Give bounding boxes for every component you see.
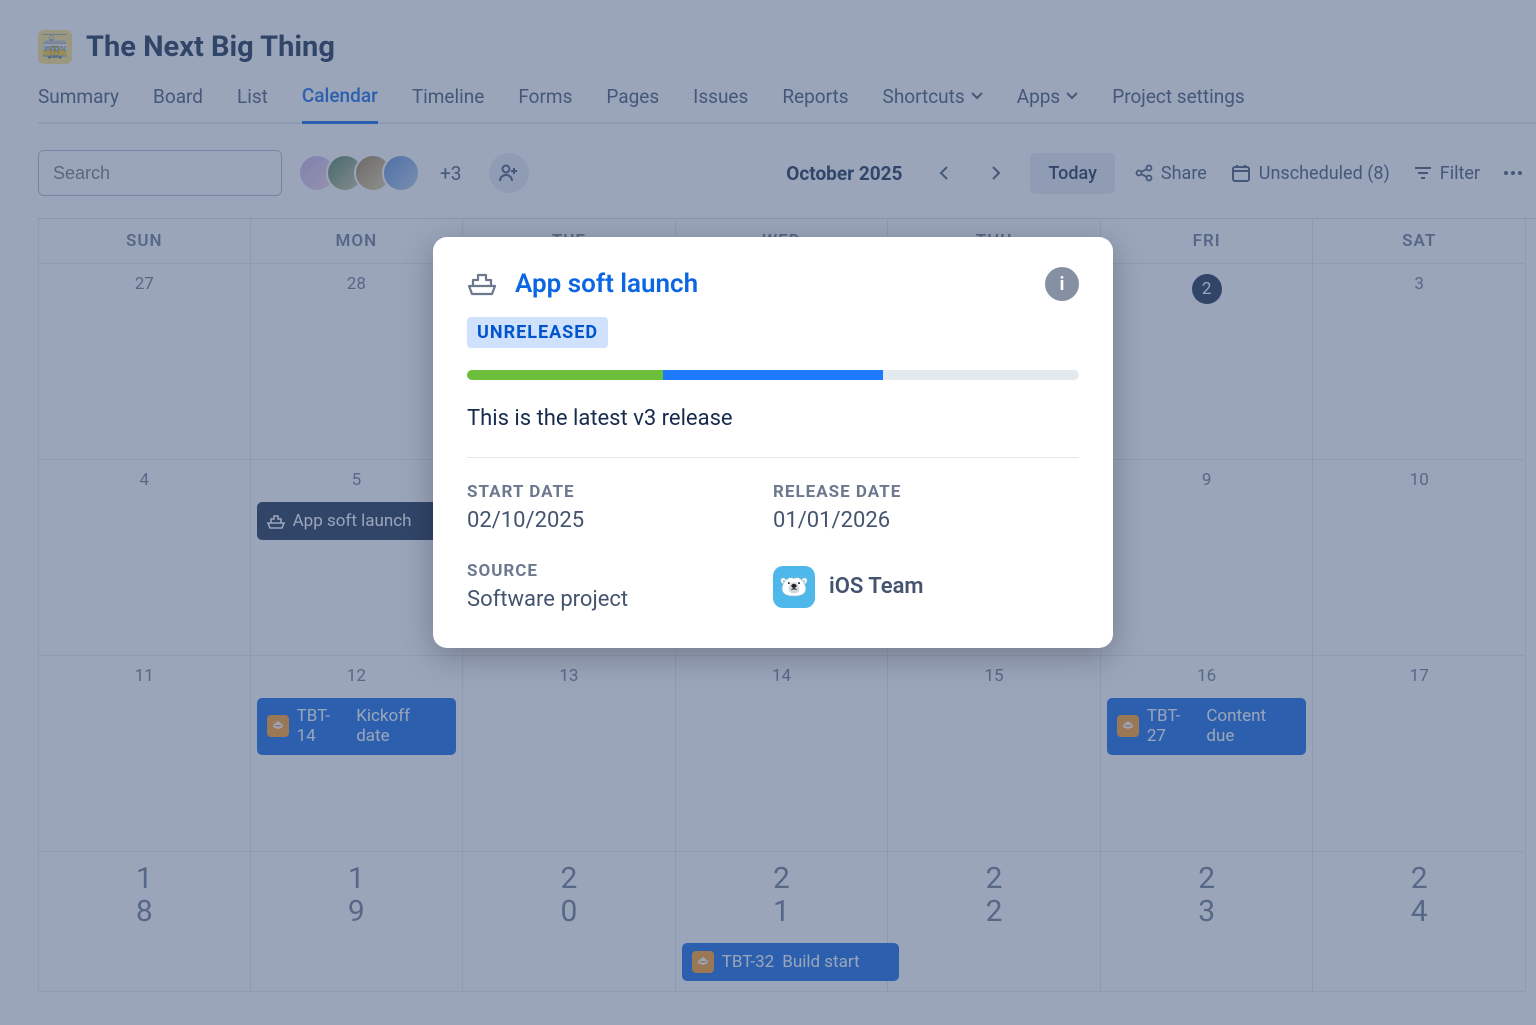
progress-done	[467, 370, 663, 380]
start-date-label: START DATE	[467, 482, 773, 502]
modal-title[interactable]: App soft launch	[515, 269, 1027, 299]
team-icon: 🐻‍❄️	[773, 566, 815, 608]
ship-icon	[467, 271, 497, 297]
source-value: Software project	[467, 587, 773, 612]
release-modal: App soft launch i UNRELEASED This is the…	[433, 237, 1113, 648]
release-date-field: RELEASE DATE 01/01/2026	[773, 482, 1079, 533]
start-date-value: 02/10/2025	[467, 508, 773, 533]
start-date-field: START DATE 02/10/2025	[467, 482, 773, 533]
status-badge: UNRELEASED	[467, 317, 608, 348]
team-link[interactable]: 🐻‍❄️ iOS Team	[773, 561, 1079, 612]
progress-inprogress	[663, 370, 883, 380]
divider	[467, 457, 1079, 458]
release-date-label: RELEASE DATE	[773, 482, 1079, 502]
progress-bar	[467, 370, 1079, 380]
team-name: iOS Team	[829, 574, 924, 599]
source-label: SOURCE	[467, 561, 773, 581]
source-field: SOURCE Software project	[467, 561, 773, 612]
release-date-value: 01/01/2026	[773, 508, 1079, 533]
info-button[interactable]: i	[1045, 267, 1079, 301]
modal-description: This is the latest v3 release	[467, 406, 1079, 431]
